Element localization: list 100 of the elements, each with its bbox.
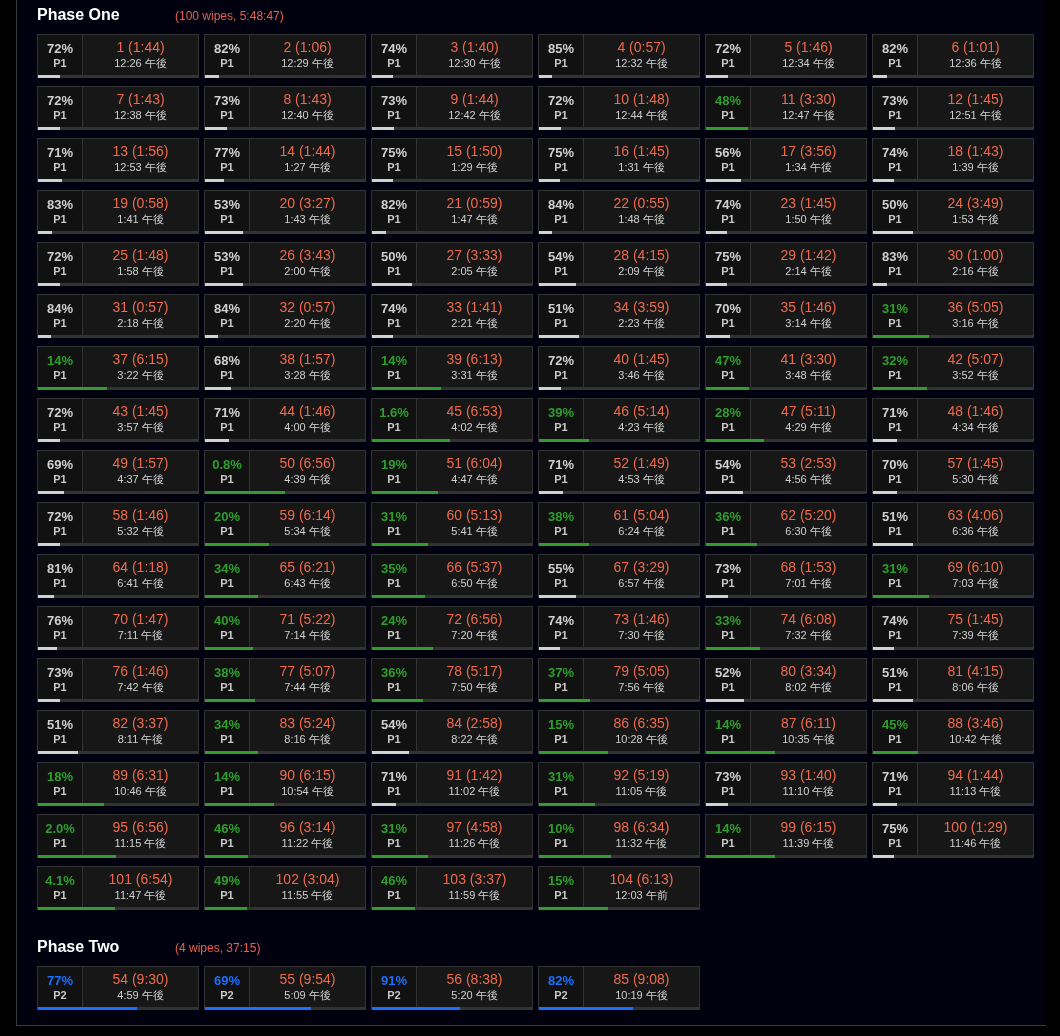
pull-number-duration: 10 (1:48) (613, 91, 670, 107)
phase-label: P1 (220, 889, 234, 901)
pull-time: 11:39 午後 (782, 836, 835, 851)
wipe-percent: 53% (214, 197, 240, 212)
wipe-percent: 31% (548, 769, 574, 784)
pull-time: 10:28 午後 (615, 732, 668, 747)
pull-time: 4:39 午後 (284, 472, 331, 487)
wipe-percent: 85% (548, 41, 574, 56)
pull-number-duration: 87 (6:11) (781, 715, 836, 731)
wipe-percent: 68% (214, 353, 240, 368)
pull-number-duration: 35 (1:46) (780, 299, 837, 315)
pull-time: 1:41 午後 (117, 212, 164, 227)
pull-time: 5:41 午後 (451, 524, 498, 539)
phase-label: P1 (721, 265, 735, 277)
wipe-percent: 91% (381, 973, 407, 988)
pull-number-duration: 8 (1:43) (283, 91, 332, 107)
phase-label: P1 (53, 213, 67, 225)
pull-time: 12:53 午後 (114, 160, 167, 175)
phase-label: P1 (220, 161, 234, 173)
pull-time: 11:22 午後 (281, 836, 334, 851)
pull-number-duration: 102 (3:04) (275, 871, 340, 887)
pull-time: 7:01 午後 (785, 576, 832, 591)
phase-label: P1 (554, 369, 568, 381)
wipe-percent: 73% (214, 93, 240, 108)
phase-label: P1 (220, 473, 234, 485)
pull-number-duration: 93 (1:40) (780, 767, 837, 783)
phase-label: P1 (721, 421, 735, 433)
phase-label: P2 (53, 989, 67, 1001)
phase-label: P1 (220, 837, 234, 849)
phase-label: P1 (387, 629, 401, 641)
pull-number-duration: 91 (1:42) (446, 767, 503, 783)
pull-number-duration: 73 (1:46) (613, 611, 670, 627)
phase-label: P1 (53, 109, 67, 121)
pull-time: 11:15 午後 (114, 836, 167, 851)
wipe-percent: 31% (882, 301, 908, 316)
phase-label: P1 (888, 161, 902, 173)
pull-number-duration: 30 (1:00) (947, 247, 1004, 263)
pull-time: 6:36 午後 (952, 524, 999, 539)
wipe-summary: (100 wipes, 5:48:47) (175, 9, 284, 23)
wipe-percent: 74% (381, 41, 407, 56)
pull-time: 11:46 午後 (949, 836, 1002, 851)
wipe-percent: 36% (715, 509, 741, 524)
wipe-percent: 72% (47, 249, 73, 264)
pull-number-duration: 82 (3:37) (112, 715, 169, 731)
wipe-percent: 47% (715, 353, 741, 368)
pull-number-duration: 36 (5:05) (947, 299, 1004, 315)
phase-label: P1 (554, 161, 568, 173)
phase-label: P1 (888, 109, 902, 121)
pull-time: 11:59 午後 (448, 888, 501, 903)
wipe-percent: 74% (882, 145, 908, 160)
pull-number-duration: 74 (6:08) (780, 611, 837, 627)
pull-time: 3:28 午後 (284, 368, 331, 383)
phase-label: P1 (554, 889, 568, 901)
pull-time: 1:34 午後 (785, 160, 832, 175)
wipe-percent: 34% (214, 561, 240, 576)
wipe-percent: 75% (548, 145, 574, 160)
wipe-percent: 73% (715, 769, 741, 784)
pull-number-duration: 41 (3:30) (780, 351, 837, 367)
pull-time: 5:09 午後 (284, 988, 331, 1003)
pull-number-duration: 59 (6:14) (279, 507, 336, 523)
pull-number-duration: 31 (0:57) (112, 299, 169, 315)
pull-number-duration: 34 (3:59) (613, 299, 670, 315)
wipe-percent: 76% (47, 613, 73, 628)
wipe-percent: 53% (214, 249, 240, 264)
phase-label: P1 (53, 837, 67, 849)
pull-number-duration: 104 (6:13) (609, 871, 674, 887)
phase-label: P1 (53, 681, 67, 693)
phase-label: P1 (888, 421, 902, 433)
wipe-percent: 24% (381, 613, 407, 628)
phase-label: P1 (888, 681, 902, 693)
phase-label: P1 (220, 681, 234, 693)
pull-number-duration: 23 (1:45) (780, 195, 837, 211)
pull-number-duration: 83 (5:24) (279, 715, 336, 731)
pull-time: 2:20 午後 (284, 316, 331, 331)
pull-number-duration: 12 (1:45) (947, 91, 1004, 107)
wipe-percent: 32% (882, 353, 908, 368)
wipe-percent: 51% (47, 717, 73, 732)
pull-number-duration: 52 (1:49) (613, 455, 670, 471)
wipe-percent: 35% (381, 561, 407, 576)
pull-number-duration: 40 (1:45) (613, 351, 670, 367)
pull-number-duration: 77 (5:07) (279, 663, 336, 679)
pull-number-duration: 48 (1:46) (947, 403, 1004, 419)
pull-number-duration: 5 (1:46) (784, 39, 833, 55)
wipe-percent: 56% (715, 145, 741, 160)
pull-time: 1:58 午後 (117, 264, 164, 279)
phase-label: P1 (53, 577, 67, 589)
pull-time: 3:22 午後 (117, 368, 164, 383)
pull-time: 10:46 午後 (114, 784, 167, 799)
pull-number-duration: 22 (0:55) (613, 195, 670, 211)
pull-number-duration: 25 (1:48) (112, 247, 169, 263)
pull-number-duration: 9 (1:44) (450, 91, 499, 107)
phase-label: P1 (554, 733, 568, 745)
pull-time: 10:19 午後 (615, 988, 668, 1003)
pull-time: 7:03 午後 (952, 576, 999, 591)
wipe-percent: 15% (548, 717, 574, 732)
pull-number-duration: 3 (1:40) (450, 39, 499, 55)
pull-time: 11:13 午後 (949, 784, 1002, 799)
wipe-percent: 55% (548, 561, 574, 576)
phase-label: P1 (888, 525, 902, 537)
wipe-percent: 84% (47, 301, 73, 316)
